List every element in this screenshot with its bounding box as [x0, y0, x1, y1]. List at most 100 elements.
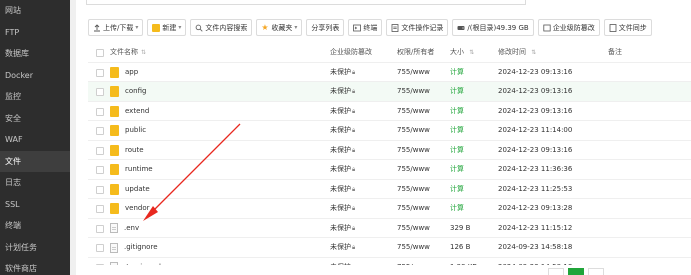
file-name[interactable]: update [110, 180, 150, 200]
sidebar-item-terminal[interactable]: 终端 [0, 215, 70, 237]
permission-owner[interactable]: 755/www [397, 82, 430, 102]
sidebar-item-website[interactable]: 网站 [0, 0, 70, 22]
file-name[interactable]: config [110, 82, 146, 102]
sidebar-item-docker[interactable]: Docker [0, 65, 70, 87]
file-size[interactable]: 计算 [450, 82, 464, 102]
row-checkbox[interactable] [96, 107, 104, 116]
operation-log-button[interactable]: 文件操作记录 [386, 19, 449, 36]
permission-owner[interactable]: 755/www [397, 63, 430, 83]
table-row[interactable]: extend 未保护🔒︎ 755/www 计算 2024-12-23 09:13:16 [88, 102, 691, 122]
file-size[interactable]: 计算 [450, 141, 464, 161]
table-row[interactable]: config 未保护🔒︎ 755/www 计算 2024-12-23 09:13:16 [88, 82, 691, 102]
file-name[interactable]: extend [110, 102, 149, 122]
tamper-status[interactable]: 未保护🔒︎ [330, 102, 355, 122]
tamper-status[interactable]: 未保护🔒︎ [330, 199, 355, 219]
column-header-size[interactable]: 大小 ⇅ [450, 43, 474, 63]
tamper-status[interactable]: 未保护🔒︎ [330, 63, 355, 83]
sidebar-item-monitor[interactable]: 监控 [0, 86, 70, 108]
permission-owner[interactable]: 755/www [397, 141, 430, 161]
table-row[interactable]: runtime 未保护🔒︎ 755/www 计算 2024-12-23 11:36:36 [88, 160, 691, 180]
lock-icon: 🔒︎ [352, 68, 356, 76]
row-checkbox[interactable] [96, 244, 104, 252]
sidebar-item-ftp[interactable]: FTP [0, 22, 70, 44]
table-row[interactable]: route 未保护🔒︎ 755/www 计算 2024-12-23 09:13:16 [88, 141, 691, 161]
table-row[interactable]: update 未保护🔒︎ 755/www 计算 2024-12-23 11:25:53 [88, 180, 691, 200]
row-checkbox[interactable] [96, 127, 104, 135]
table-row[interactable]: vendor 未保护🔒︎ 755/www 计算 2024-12-23 09:13:28 [88, 199, 691, 219]
sort-icon[interactable]: ⇅ [141, 43, 146, 63]
folder-icon [110, 86, 119, 98]
content-search-button[interactable]: 文件内容搜索 [190, 19, 253, 36]
file-name[interactable]: runtime [110, 160, 153, 180]
row-checkbox[interactable] [96, 224, 104, 233]
tamper-status-label: 未保护 [330, 243, 351, 251]
row-checkbox[interactable] [96, 146, 104, 155]
share-list-button[interactable]: 分享列表 [306, 19, 345, 36]
sidebar-item-ssl[interactable]: SSL [0, 194, 70, 216]
row-checkbox[interactable] [96, 88, 104, 96]
row-checkbox[interactable] [96, 166, 104, 174]
permission-owner[interactable]: 755/www [397, 121, 430, 141]
row-checkbox[interactable] [96, 68, 104, 77]
sidebar-item-files[interactable]: 文件 [0, 150, 70, 172]
disk-info-button[interactable]: /(根目录)49.39 GB [452, 19, 534, 36]
file-size[interactable]: 计算 [450, 160, 464, 180]
table-row[interactable]: .env 未保护🔒︎ 755/www 329 B 2024-12-23 11:15:12 [88, 219, 691, 239]
permission-owner[interactable]: 755/www [397, 102, 430, 122]
select-all-checkbox[interactable] [96, 49, 104, 57]
file-size[interactable]: 计算 [450, 199, 464, 219]
permission-owner[interactable]: 755/www [397, 180, 430, 200]
pagination-current-page[interactable] [568, 268, 584, 275]
sidebar-item-waf[interactable]: WAF [0, 129, 70, 151]
tamper-status[interactable]: 未保护🔒︎ [330, 180, 355, 200]
permission-owner[interactable]: 755/www [397, 219, 430, 239]
file-name[interactable]: vendor [110, 199, 150, 219]
sort-icon[interactable]: ⇅ [469, 49, 474, 56]
tamper-status-label: 未保护 [330, 223, 351, 232]
table-row[interactable]: app 未保护🔒︎ 755/www 计算 2024-12-23 09:13:16 [88, 63, 691, 83]
tamper-status[interactable]: 未保护🔒︎ [330, 82, 355, 102]
column-header-name[interactable]: 文件名称 ⇅ [110, 43, 146, 63]
file-name[interactable]: route [110, 141, 144, 161]
pagination-prev-button[interactable] [548, 268, 564, 275]
table-row[interactable]: public 未保护🔒︎ 755/www 计算 2024-12-23 11:14:00 [88, 121, 691, 141]
file-name[interactable]: .gitignore [110, 238, 158, 258]
sidebar-item-security[interactable]: 安全 [0, 108, 70, 130]
upload-download-button[interactable]: 上传/下载 ▾ [88, 19, 144, 36]
column-header-mtime[interactable]: 修改时间 ⇅ [498, 43, 536, 63]
table-row[interactable]: .gitignore 未保护🔒︎ 755/www 126 B 2024-09-23 14… [88, 238, 691, 258]
file-size[interactable]: 计算 [450, 102, 464, 122]
row-checkbox[interactable] [96, 185, 104, 194]
pagination-next-button[interactable] [588, 268, 604, 275]
breadcrumb[interactable] [86, 0, 526, 5]
tamper-status[interactable]: 未保护🔒︎ [330, 121, 355, 141]
sort-icon[interactable]: ⇅ [531, 49, 536, 56]
file-name[interactable]: .env [110, 219, 139, 239]
tamper-status[interactable]: 未保护🔒︎ [330, 219, 355, 239]
terminal-button[interactable]: 终端 [348, 19, 383, 36]
permission-owner[interactable]: 755/www [397, 199, 430, 219]
file-size[interactable]: 计算 [450, 63, 464, 83]
lock-icon: 🔒︎ [352, 244, 356, 251]
enterprise-tamper-button[interactable]: 企业级防篡改 [537, 19, 600, 36]
tamper-status[interactable]: 未保护🔒︎ [330, 238, 355, 258]
file-name-label: .gitignore [124, 243, 158, 251]
disk-info-label: /(根目录)49.39 GB [467, 23, 529, 32]
sidebar-item-database[interactable]: 数据库 [0, 43, 70, 65]
file-size[interactable]: 计算 [450, 180, 464, 200]
new-button[interactable]: 新建 ▾ [147, 19, 187, 36]
file-size[interactable]: 计算 [450, 121, 464, 141]
tamper-status[interactable]: 未保护🔒︎ [330, 160, 355, 180]
file-name[interactable]: public [110, 121, 146, 141]
permission-owner[interactable]: 755/www [397, 160, 430, 180]
permission-owner[interactable]: 755/www [397, 238, 430, 258]
sidebar-item-logs[interactable]: 日志 [0, 172, 70, 194]
sidebar-item-app-store[interactable]: 软件商店 [0, 258, 70, 275]
file-name[interactable]: app [110, 63, 138, 83]
sidebar-item-cron[interactable]: 计划任务 [0, 237, 70, 259]
file-sync-button[interactable]: 文件同步 [603, 19, 652, 36]
favorites-button[interactable]: ★ 收藏夹 ▾ [256, 19, 303, 36]
tamper-status[interactable]: 未保护🔒︎ [330, 141, 355, 161]
row-checkbox[interactable] [96, 205, 104, 213]
file-name-label: update [125, 184, 150, 193]
